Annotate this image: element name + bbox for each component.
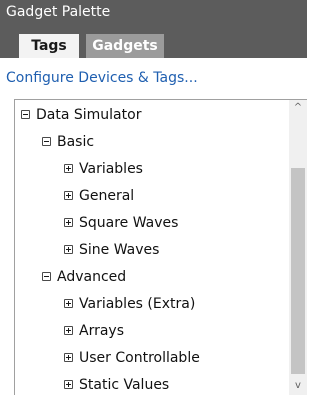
tree-node-label: Variables (Extra): [79, 296, 196, 312]
tab-tags[interactable]: Tags: [19, 34, 79, 58]
tree-node-basic[interactable]: Basic: [42, 131, 94, 153]
tree-node-user-controllable[interactable]: User Controllable: [64, 347, 200, 369]
tree-node-static-values[interactable]: Static Values: [64, 374, 169, 395]
collapse-icon[interactable]: [21, 109, 30, 119]
tree-node-arrays[interactable]: Arrays: [64, 320, 124, 342]
tree-scrollbar[interactable]: ^ v: [289, 100, 307, 395]
tree-node-general[interactable]: General: [64, 185, 134, 207]
tree-node-label: Basic: [57, 134, 95, 150]
tree-node-variables[interactable]: Variables: [64, 158, 143, 180]
panel-title: Gadget Palette: [6, 4, 111, 20]
expand-icon[interactable]: [64, 217, 73, 227]
gadget-palette-panel: Gadget Palette Tags Gadgets Configure De…: [0, 0, 307, 395]
tree-node-data-simulator[interactable]: Data Simulator: [21, 104, 141, 126]
collapse-icon[interactable]: [42, 136, 51, 146]
expand-icon[interactable]: [64, 298, 73, 308]
scroll-thumb[interactable]: [291, 168, 305, 374]
expand-icon[interactable]: [64, 325, 73, 335]
expand-icon[interactable]: [64, 163, 73, 173]
scroll-up-icon[interactable]: ^: [289, 100, 307, 116]
expand-icon[interactable]: [64, 379, 73, 389]
tree-node-advanced[interactable]: Advanced: [42, 266, 126, 288]
tree-node-square-waves[interactable]: Square Waves: [64, 212, 178, 234]
tree-node-sine-waves[interactable]: Sine Waves: [64, 239, 159, 261]
tree-node-label: Advanced: [57, 269, 127, 285]
expand-icon[interactable]: [64, 244, 73, 254]
tab-gadgets[interactable]: Gadgets: [86, 34, 164, 58]
tree-node-label: Arrays: [79, 323, 125, 339]
title-bar: Gadget Palette Tags Gadgets: [0, 0, 307, 58]
configure-devices-link[interactable]: Configure Devices & Tags...: [6, 70, 198, 86]
tree-node-label: Variables: [79, 161, 143, 177]
scroll-down-icon[interactable]: v: [289, 378, 307, 394]
tag-tree: Data Simulator Basic Variables General S…: [14, 99, 307, 395]
collapse-icon[interactable]: [42, 271, 51, 281]
tree-node-label: Square Waves: [79, 215, 179, 231]
expand-icon[interactable]: [64, 190, 73, 200]
tree-node-label: Sine Waves: [79, 242, 160, 258]
tree-node-label: Data Simulator: [36, 107, 142, 123]
tree-node-label: Static Values: [79, 377, 170, 393]
tree-node-variables-extra[interactable]: Variables (Extra): [64, 293, 195, 315]
tree-node-label: User Controllable: [79, 350, 200, 366]
tree-node-label: General: [79, 188, 135, 204]
expand-icon[interactable]: [64, 352, 73, 362]
